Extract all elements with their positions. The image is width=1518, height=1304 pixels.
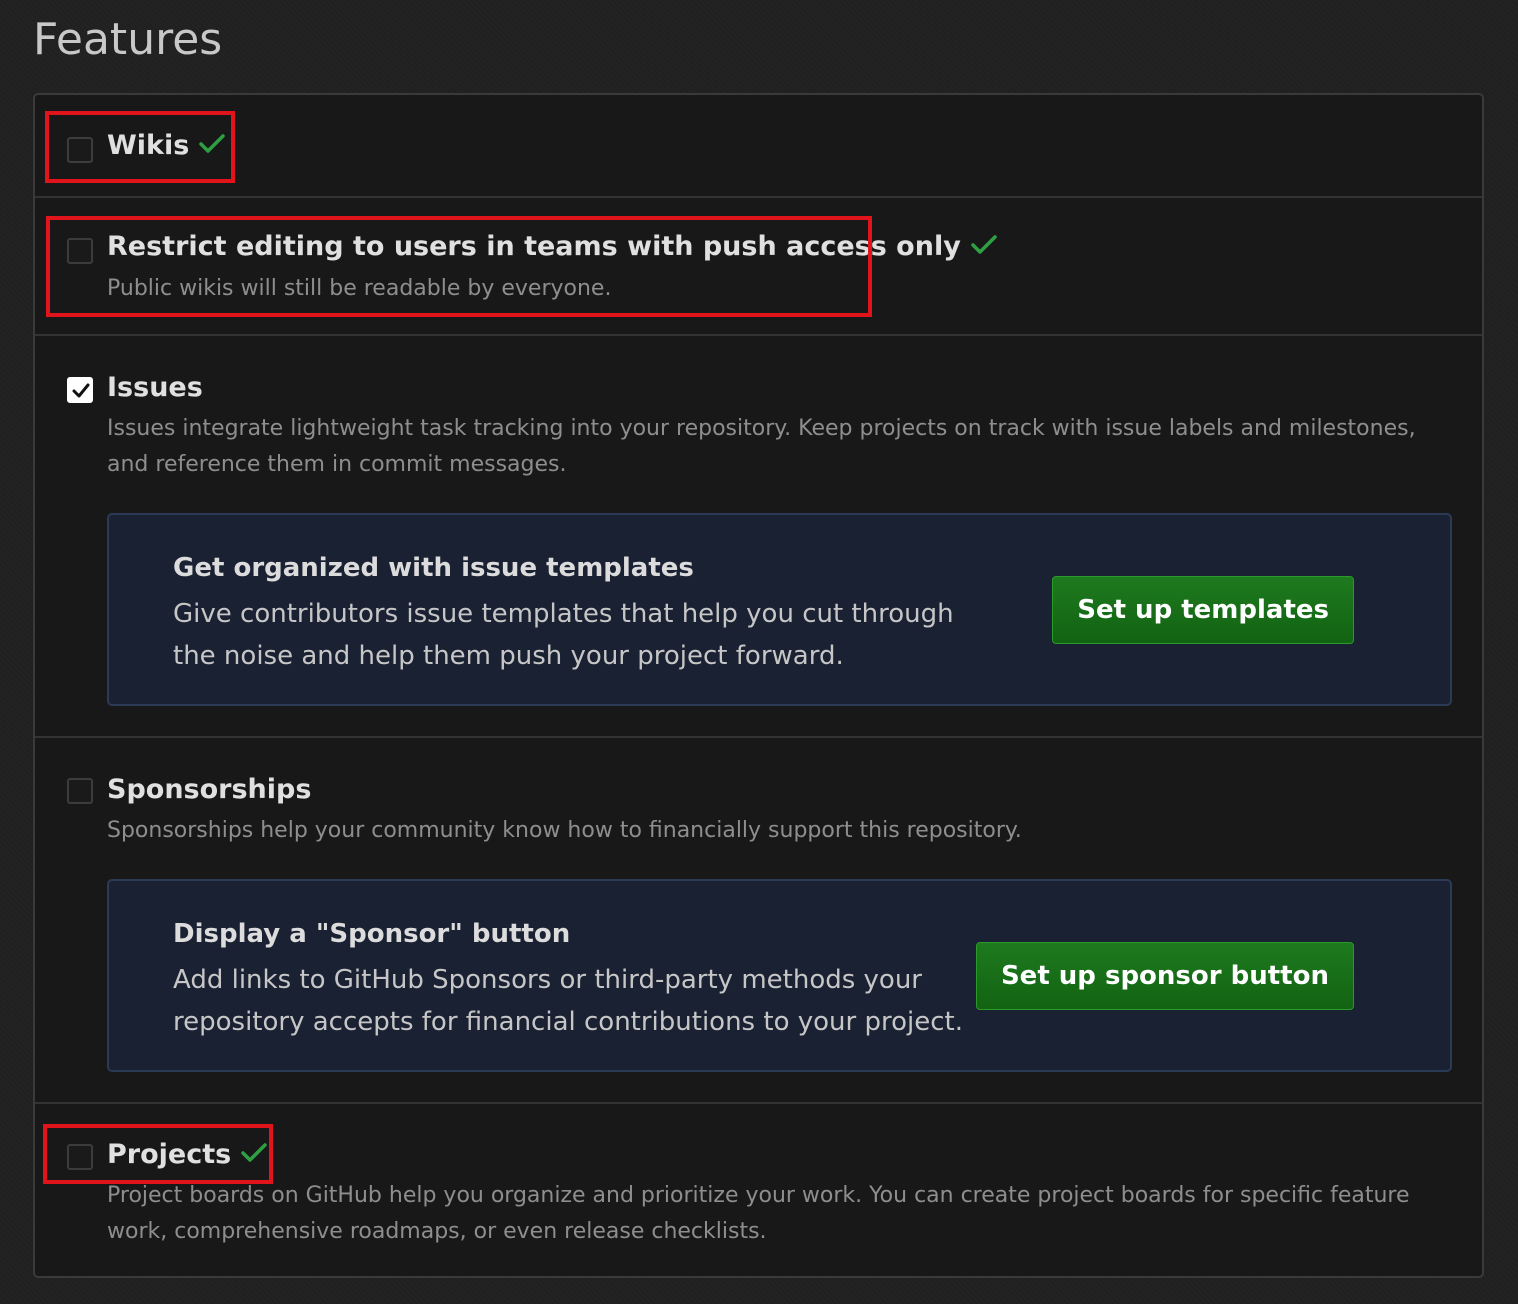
feature-projects: Projects Project boards on GitHub help y… [35,1104,1482,1276]
features-panel: Wikis Restrict editing to users in teams… [33,93,1484,1278]
projects-description: Project boards on GitHub help you organi… [107,1183,1410,1244]
sponsor-button-title: Display a "Sponsor" button [173,919,571,949]
feature-issues: Issues Issues integrate lightweight task… [35,336,1482,738]
feature-restrict-editing: Restrict editing to users in teams with … [35,198,1482,336]
projects-label-row: Projects [107,1139,267,1170]
check-icon [971,230,997,261]
restrict-editing-description: Public wikis will still be readable by e… [107,276,612,301]
restrict-editing-checkbox[interactable] [67,238,93,264]
issues-description: Issues integrate lightweight task tracki… [107,416,1416,477]
projects-checkbox[interactable] [67,1144,93,1170]
issue-templates-title: Get organized with issue templates [173,553,694,583]
check-icon [241,1138,267,1169]
issues-label: Issues [107,372,203,403]
checkmark-icon [72,383,90,398]
restrict-editing-label-row: Restrict editing to users in teams with … [107,231,997,262]
page-title: Features [33,14,223,65]
set-up-sponsor-button[interactable]: Set up sponsor button [975,942,1354,1010]
sponsor-button-promo: Display a "Sponsor" button Add links to … [107,879,1452,1072]
wikis-label-row: Wikis [107,129,226,161]
wikis-checkbox[interactable] [67,137,93,163]
sponsorships-checkbox[interactable] [67,778,93,804]
projects-label: Projects [107,1139,232,1170]
wikis-label: Wikis [107,130,190,161]
feature-sponsorships: Sponsorships Sponsorships help your comm… [35,738,1482,1104]
feature-wikis: Wikis [35,95,1482,198]
sponsorships-label: Sponsorships [107,774,312,805]
sponsorships-description: Sponsorships help your community know ho… [107,818,1022,843]
issues-checkbox[interactable] [67,377,93,403]
set-up-templates-button[interactable]: Set up templates [1052,576,1354,644]
restrict-editing-label: Restrict editing to users in teams with … [107,231,961,262]
sponsor-button-description: Add links to GitHub Sponsors or third-pa… [173,965,963,1037]
issue-templates-description: Give contributors issue templates that h… [173,599,954,671]
check-icon [199,129,226,160]
issue-templates-promo: Get organized with issue templates Give … [107,513,1452,706]
